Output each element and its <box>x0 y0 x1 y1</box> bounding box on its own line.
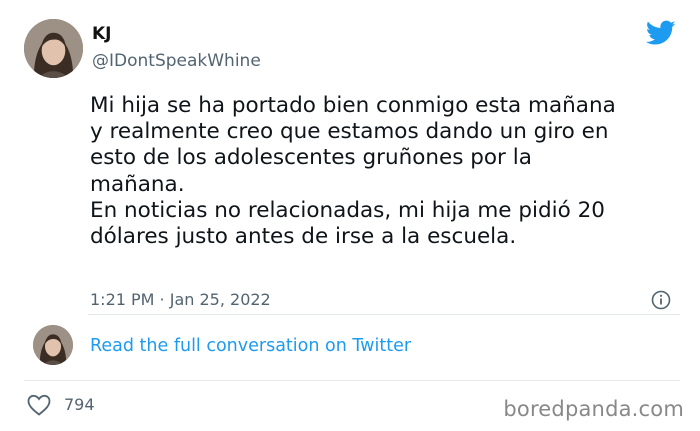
like-count: 794 <box>64 395 95 414</box>
watermark: boredpanda.com <box>503 397 684 421</box>
twitter-bird-icon[interactable] <box>646 20 676 46</box>
conversation-avatar[interactable] <box>33 325 73 365</box>
divider <box>88 314 680 315</box>
heart-icon[interactable] <box>27 394 51 416</box>
author-avatar[interactable] <box>24 19 83 78</box>
author-name[interactable]: KJ <box>92 24 112 44</box>
tweet-text: Mi hija se ha portado bien conmigo esta … <box>90 93 616 250</box>
tweet-timestamp[interactable]: 1:21 PM · Jan 25, 2022 <box>90 290 271 309</box>
info-icon[interactable] <box>651 290 671 310</box>
divider <box>24 380 680 381</box>
read-conversation-link[interactable]: Read the full conversation on Twitter <box>90 336 411 356</box>
author-handle[interactable]: @IDontSpeakWhine <box>92 51 261 71</box>
